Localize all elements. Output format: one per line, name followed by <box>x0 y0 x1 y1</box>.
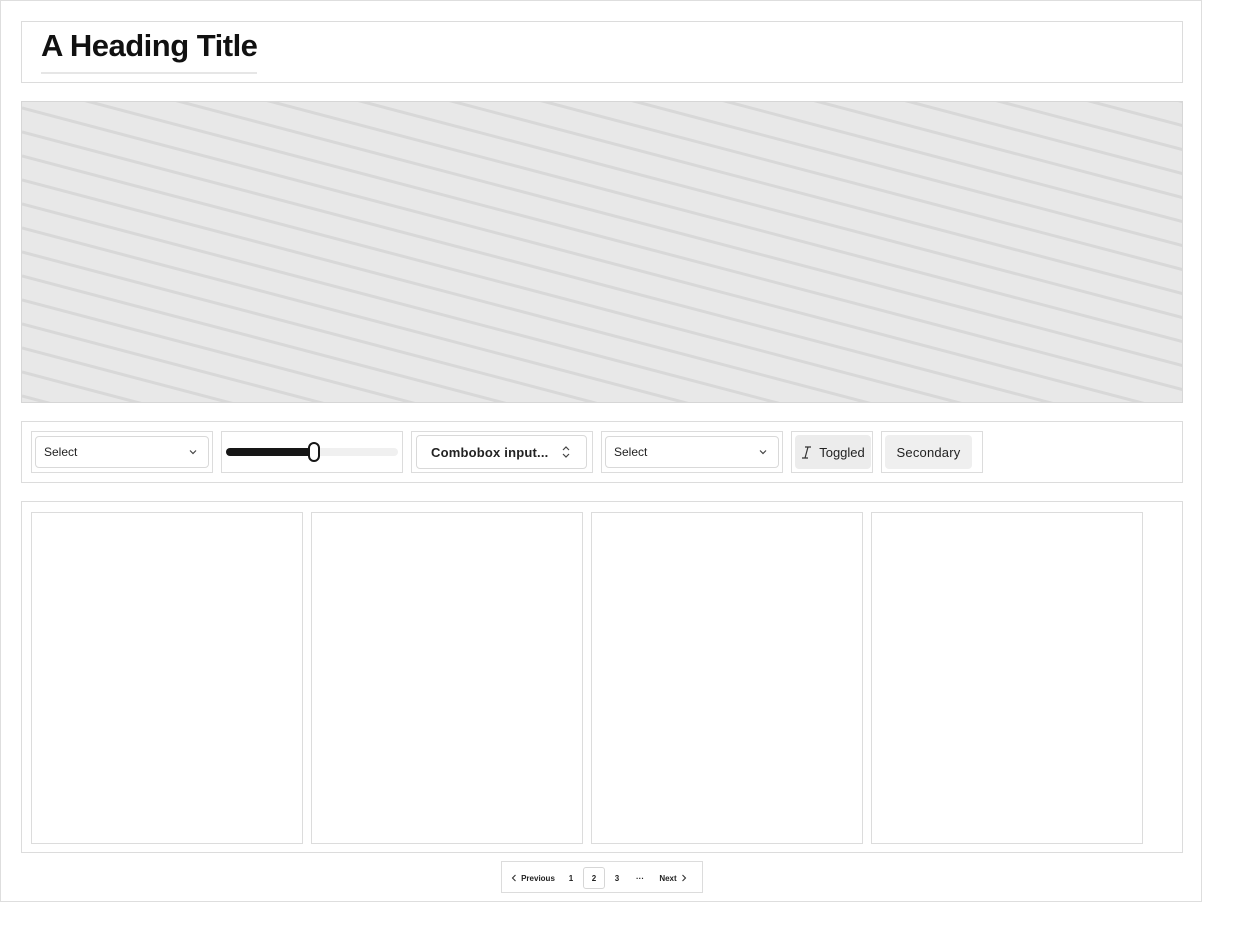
toggle-italic-button[interactable]: Toggled <box>795 435 871 469</box>
card-4 <box>871 512 1143 844</box>
button-container: Secondary <box>881 431 983 473</box>
secondary-button[interactable]: Secondary <box>885 435 972 469</box>
pagination: Previous 1 2 3 ··· Next <box>501 861 703 893</box>
toggle-container: Toggled <box>791 431 873 473</box>
previous-label: Previous <box>521 873 555 883</box>
select-value: Select <box>614 445 648 459</box>
combobox-value: Combobox input... <box>431 444 549 460</box>
pagination-next-button[interactable]: Next <box>654 867 692 889</box>
card-3 <box>591 512 863 844</box>
chevron-right-icon <box>681 874 686 882</box>
pagination-previous-button[interactable]: Previous <box>507 867 559 889</box>
select-value: Select <box>44 445 78 459</box>
pagination-page-3[interactable]: 3 <box>606 867 628 889</box>
pagination-page-1[interactable]: 1 <box>560 867 582 889</box>
chevron-left-icon <box>511 874 516 882</box>
select-dropdown-1[interactable]: Select <box>35 436 209 468</box>
combobox-container: Combobox input... <box>411 431 593 473</box>
combobox-input[interactable]: Combobox input... <box>416 435 587 469</box>
slider-container <box>221 431 403 473</box>
chevron-up-down-icon[interactable] <box>560 445 572 459</box>
slider-track[interactable] <box>226 442 398 462</box>
card-1 <box>31 512 303 844</box>
card-grid <box>21 501 1183 853</box>
select-container-1: Select <box>31 431 213 473</box>
select-dropdown-2[interactable]: Select <box>605 436 779 468</box>
next-label: Next <box>659 873 677 883</box>
select-container-2: Select <box>601 431 783 473</box>
slider-thumb[interactable] <box>308 442 320 462</box>
controls-toolbar: Select Combobox input... Select Toggled … <box>21 421 1183 483</box>
pagination-ellipsis: ··· <box>636 873 644 883</box>
card-2 <box>311 512 583 844</box>
italic-icon <box>802 445 812 459</box>
image-placeholder <box>21 101 1183 403</box>
stripe-pattern <box>22 102 1182 402</box>
toggle-label: Toggled <box>819 444 865 460</box>
chevron-down-icon <box>189 450 197 455</box>
header-section: A Heading Title <box>21 21 1183 83</box>
page-title: A Heading Title <box>41 28 258 74</box>
chevron-down-icon <box>759 450 767 455</box>
slider-range <box>226 448 312 456</box>
pagination-page-2[interactable]: 2 <box>583 867 605 889</box>
app-frame: A Heading Title Select Combobox input... <box>0 0 1202 902</box>
